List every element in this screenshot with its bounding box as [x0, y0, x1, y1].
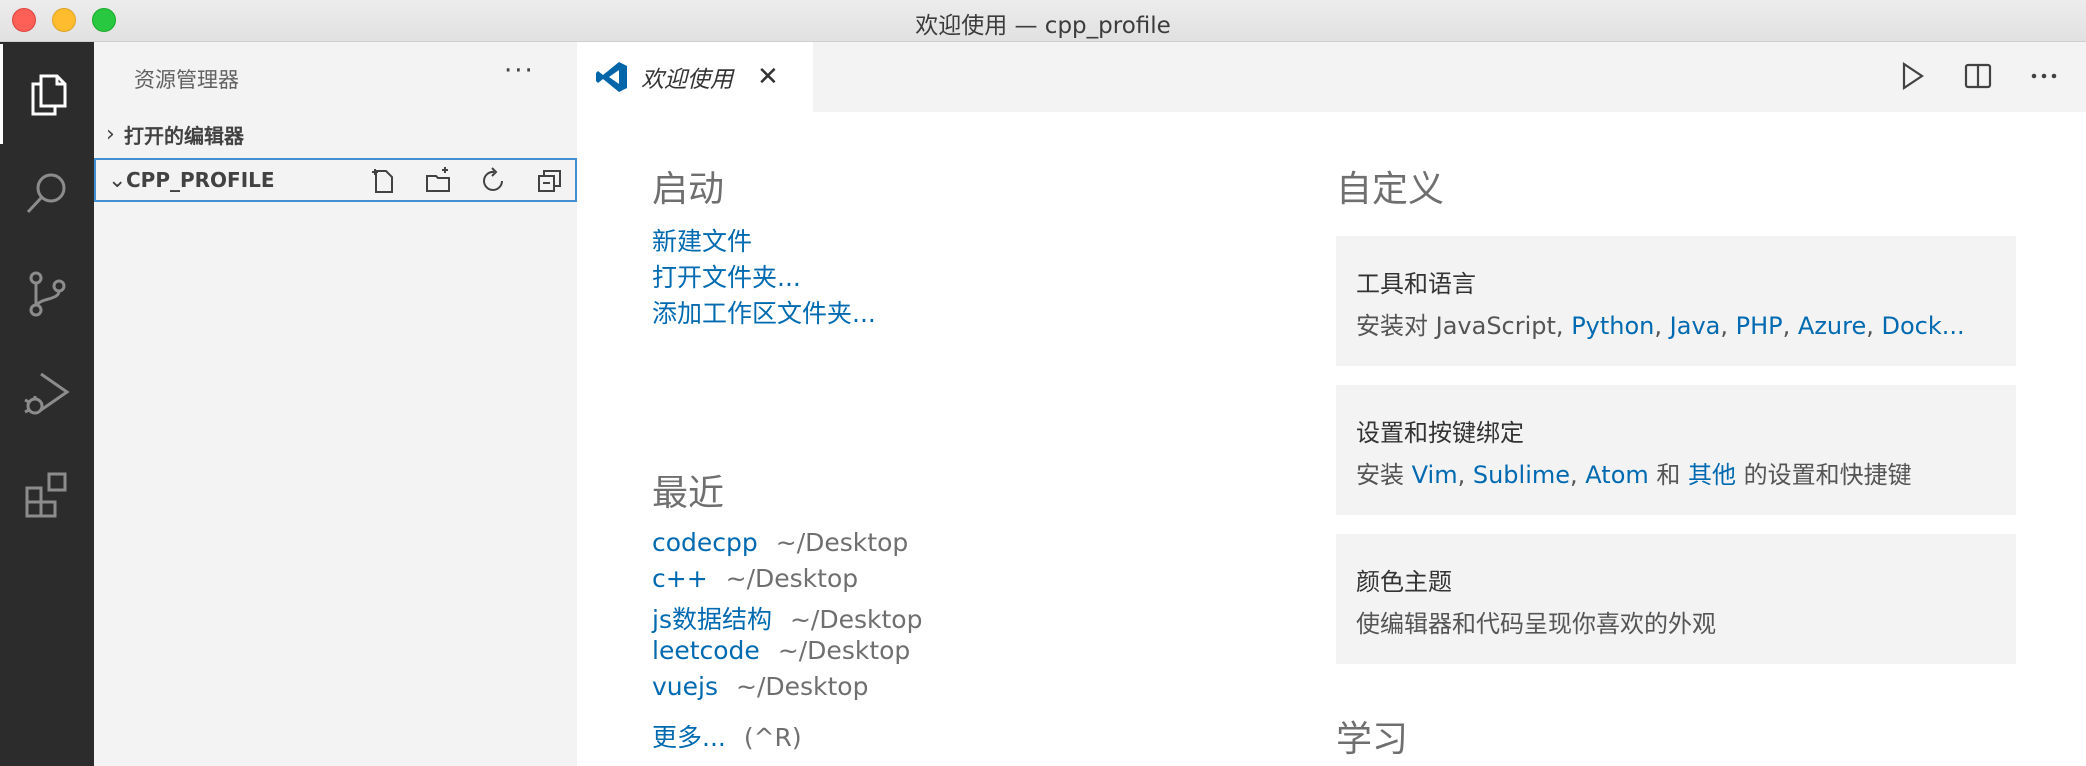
- card-title: 颜色主题: [1356, 568, 1452, 596]
- recent-heading: 最近: [652, 473, 725, 514]
- refresh-icon: [483, 167, 503, 191]
- recent-item-path: ~/Desktop: [725, 564, 859, 593]
- keymaps-card[interactable]: 设置和按键绑定 安装 Vim, Sublime, Atom 和 其他 的设置和快…: [1336, 385, 2016, 515]
- recent-item-path: ~/Desktop: [736, 672, 869, 701]
- recent-item-link[interactable]: c++: [652, 564, 708, 593]
- split-editor-icon: [1964, 63, 1992, 89]
- new-file-button[interactable]: [363, 166, 401, 196]
- extensions-icon: [25, 472, 67, 518]
- refresh-button[interactable]: [475, 166, 513, 196]
- tab-label: 欢迎使用: [641, 67, 733, 93]
- tab-welcome[interactable]: 欢迎使用 ✕: [577, 42, 813, 112]
- open-editors-label: 打开的编辑器: [124, 123, 244, 148]
- new-folder-button[interactable]: [419, 166, 457, 196]
- recent-item-link[interactable]: js数据结构: [652, 605, 772, 634]
- customize-heading: 自定义: [1336, 169, 1445, 210]
- run-debug-icon: [24, 372, 70, 415]
- vscode-logo-icon: [596, 62, 627, 92]
- recent-item: codecpp ~/Desktop: [652, 528, 908, 557]
- files-icon: [31, 74, 66, 116]
- learn-heading: 学习: [1336, 719, 1409, 760]
- atom-link[interactable]: Atom: [1585, 461, 1648, 489]
- more-recent-link[interactable]: 更多...: [652, 723, 726, 752]
- explorer-sidebar: 资源管理器 ··· › 打开的编辑器 ⌄ CPP_PROFILE: [94, 42, 577, 766]
- recent-item-path: ~/Desktop: [777, 636, 911, 665]
- vscode-window: 欢迎使用 — cpp_profile 资源管理器 ··· › 打开的编辑器 ⌄ …: [0, 0, 2086, 766]
- more-icon: [2031, 73, 2057, 79]
- source-control-activity[interactable]: [0, 244, 94, 344]
- card-description: 使编辑器和代码呈现你喜欢的外观: [1356, 610, 1716, 638]
- folder-actions: [363, 166, 569, 196]
- recent-item-link[interactable]: codecpp: [652, 528, 758, 557]
- close-icon[interactable]: ✕: [757, 62, 779, 92]
- others-link[interactable]: 其他: [1688, 461, 1736, 489]
- recent-item: js数据结构 ~/Desktop: [652, 600, 922, 636]
- recent-more-row: 更多... (^R): [652, 718, 802, 754]
- azure-link[interactable]: Azure: [1798, 312, 1866, 340]
- extensions-activity[interactable]: [0, 444, 94, 544]
- recent-item-link[interactable]: leetcode: [652, 636, 760, 665]
- more-actions-button[interactable]: [2026, 58, 2062, 94]
- card-desc-text: 安装: [1356, 461, 1412, 489]
- run-button[interactable]: [1894, 58, 1930, 94]
- recent-item: leetcode ~/Desktop: [652, 636, 910, 665]
- add-workspace-folder-link[interactable]: 添加工作区文件夹...: [652, 294, 876, 330]
- play-icon: [1902, 61, 1924, 91]
- chevron-down-icon: ⌄: [108, 167, 127, 193]
- editor-tab-bar: 欢迎使用 ✕: [577, 42, 2086, 112]
- new-file-link[interactable]: 新建文件: [652, 222, 752, 258]
- project-folder-section[interactable]: ⌄ CPP_PROFILE: [94, 158, 577, 202]
- sidebar-title: 资源管理器: [134, 68, 239, 92]
- recent-item-path: ~/Desktop: [789, 605, 923, 634]
- card-desc-text: 安装对 JavaScript,: [1356, 312, 1572, 340]
- new-folder-icon: [426, 167, 450, 192]
- card-description: 安装对 JavaScript, Python, Java, PHP, Azure…: [1356, 312, 1965, 340]
- card-description: 安装 Vim, Sublime, Atom 和 其他 的设置和快捷键: [1356, 461, 1912, 489]
- card-title: 工具和语言: [1356, 270, 1476, 298]
- welcome-page: 启动 新建文件 打开文件夹... 添加工作区文件夹... 最近 codecpp ~…: [577, 112, 2086, 766]
- search-icon: [26, 173, 66, 214]
- chevron-right-icon: ›: [106, 121, 115, 147]
- start-heading: 启动: [652, 169, 725, 210]
- card-desc-text: 的设置和快捷键: [1736, 461, 1912, 489]
- sublime-link[interactable]: Sublime: [1473, 461, 1570, 489]
- project-folder-label: CPP_PROFILE: [126, 168, 275, 192]
- sidebar-more-icon[interactable]: ···: [504, 56, 535, 86]
- card-title: 设置和按键绑定: [1356, 419, 1524, 447]
- tools-languages-card[interactable]: 工具和语言 安装对 JavaScript, Python, Java, PHP,…: [1336, 236, 2016, 366]
- explorer-activity[interactable]: [0, 44, 94, 144]
- python-link[interactable]: Python: [1571, 312, 1654, 340]
- recent-item-link[interactable]: vuejs: [652, 672, 718, 701]
- source-control-icon: [29, 271, 66, 317]
- split-editor-button[interactable]: [1960, 58, 1996, 94]
- recent-item: vuejs ~/Desktop: [652, 672, 868, 701]
- title-bar: 欢迎使用 — cpp_profile: [0, 0, 2086, 42]
- activity-bar: [0, 42, 94, 766]
- search-activity[interactable]: [0, 144, 94, 244]
- more-recent-shortcut: (^R): [743, 723, 802, 752]
- docker-link[interactable]: Dock...: [1882, 312, 1965, 340]
- php-link[interactable]: PHP: [1736, 312, 1783, 340]
- recent-item-path: ~/Desktop: [775, 528, 909, 557]
- collapse-all-button[interactable]: [531, 166, 569, 196]
- color-theme-card[interactable]: 颜色主题 使编辑器和代码呈现你喜欢的外观: [1336, 534, 2016, 664]
- open-folder-link[interactable]: 打开文件夹...: [652, 258, 801, 294]
- window-title: 欢迎使用 — cpp_profile: [915, 13, 1171, 39]
- java-link[interactable]: Java: [1670, 312, 1721, 340]
- new-file-icon: [372, 169, 393, 193]
- run-debug-activity[interactable]: [0, 344, 94, 444]
- card-desc-text: 和: [1648, 461, 1689, 489]
- editor-actions: [1894, 58, 2062, 94]
- collapse-all-icon: [538, 170, 561, 192]
- vim-link[interactable]: Vim: [1412, 461, 1458, 489]
- recent-item: c++ ~/Desktop: [652, 564, 858, 593]
- open-editors-section[interactable]: › 打开的编辑器: [94, 112, 577, 156]
